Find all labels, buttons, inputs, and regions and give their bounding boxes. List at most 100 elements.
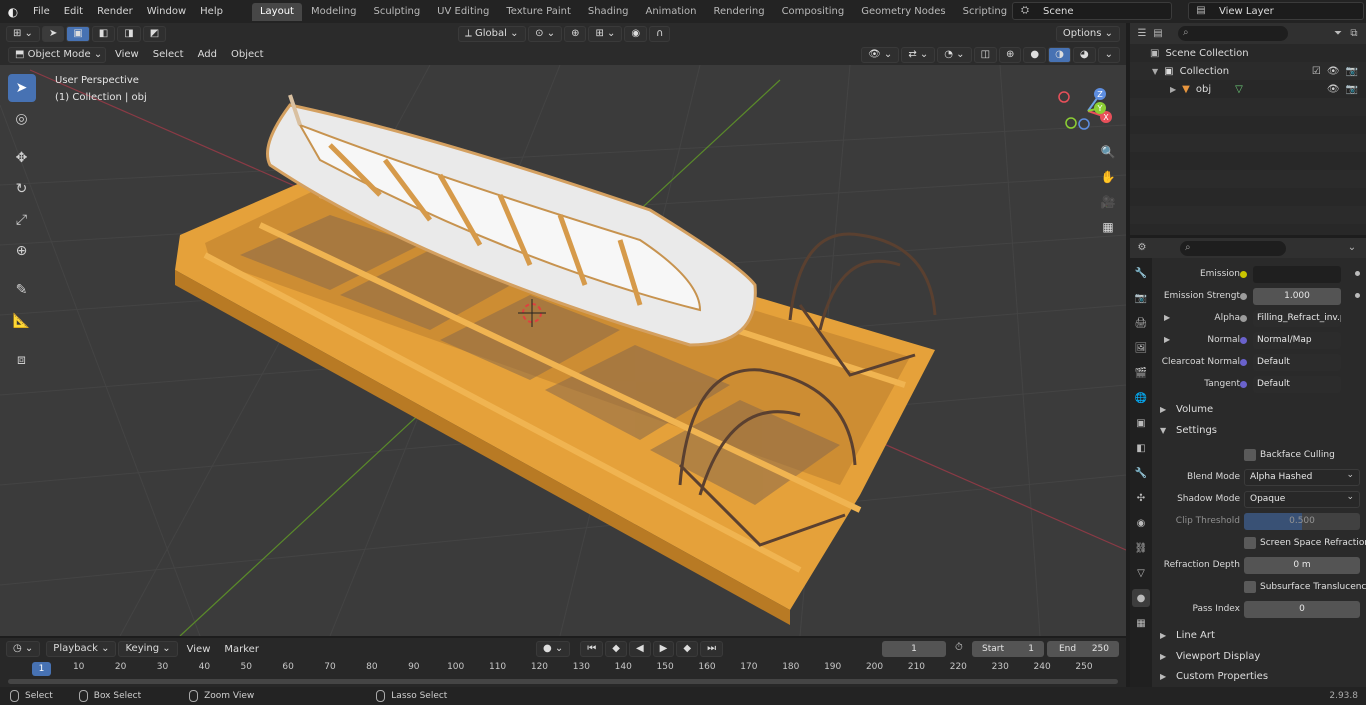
gizmo-toggle-icon[interactable]: ⇄ ⌄ [901, 46, 936, 63]
timeline-editor-type-icon[interactable]: ◷ ⌄ [6, 641, 41, 657]
new-collection-icon[interactable]: ⧉ [1346, 26, 1362, 42]
menu-help[interactable]: Help [193, 0, 230, 23]
shadow-mode-dropdown[interactable]: Opaque [1244, 490, 1360, 508]
tab-sculpting[interactable]: Sculpting [365, 3, 428, 21]
world-tab-icon[interactable]: 🌐 [1132, 389, 1150, 407]
auto-keying-toggle-icon[interactable]: ● ⌄ [535, 641, 571, 657]
3d-viewport[interactable]: User Perspective (1) Collection | obj ➤ … [0, 65, 1126, 636]
obj-expand-icon[interactable]: ▶ [1170, 85, 1176, 94]
zoom-icon[interactable]: 🔍 [1097, 141, 1119, 163]
settings-section-header[interactable]: ▼ Settings [1152, 421, 1366, 441]
viewport-menu-select[interactable]: Select [146, 49, 191, 60]
shading-wireframe-icon[interactable]: ⊕ [999, 46, 1022, 63]
normal-input-link[interactable]: Normal/Map [1253, 332, 1341, 349]
ortho-grid-icon[interactable]: ▦ [1097, 216, 1119, 238]
emission-strength-keyframe-icon[interactable] [1355, 293, 1360, 298]
material-tab-icon[interactable]: ● [1132, 589, 1150, 607]
alpha-input-link[interactable]: Filling_Refract_inv.p... [1253, 310, 1341, 327]
properties-editor-type-icon[interactable]: ⚙ [1134, 240, 1150, 256]
tangent-field[interactable]: Default [1253, 376, 1341, 393]
refraction-depth-field[interactable]: 0 m [1244, 557, 1360, 574]
collection-expand-icon[interactable]: ▼ [1152, 67, 1158, 76]
shading-rendered-icon[interactable]: ◕ [1072, 46, 1096, 63]
particles-tab-icon[interactable]: ✣ [1132, 489, 1150, 507]
select-mode-new-button[interactable]: ▣ [66, 25, 90, 42]
object-visibility-icon[interactable]: 👁 ⌄ [861, 46, 900, 63]
filter-icon[interactable]: ⏷ [1330, 26, 1346, 42]
play-reverse-icon[interactable]: ◀ [628, 641, 651, 657]
outliner-display-mode-icon[interactable]: ▤ [1150, 26, 1166, 42]
volume-section-header[interactable]: ▶ Volume [1152, 400, 1366, 420]
scene-selector[interactable]: ⛭ Scene [1012, 2, 1172, 20]
menu-render[interactable]: Render [90, 0, 140, 23]
select-mode-subtract-button[interactable]: ◨ [117, 25, 141, 42]
shading-options-icon[interactable]: ⌄ [1097, 46, 1120, 63]
collection-checkbox-icon[interactable]: ☑ [1312, 66, 1321, 77]
physics-tab-icon[interactable]: ◉ [1132, 514, 1150, 532]
tab-uv-editing[interactable]: UV Editing [429, 3, 497, 21]
move-tool-icon[interactable]: ✥ [8, 144, 36, 172]
collection-visibility-icon[interactable]: 👁 [1327, 66, 1340, 77]
alpha-expand-icon[interactable]: ▶ [1164, 313, 1170, 322]
start-frame-field[interactable]: Start 1 [972, 641, 1044, 657]
proportional-editing-icon[interactable]: ◉ [624, 25, 648, 42]
timeline-scrollbar[interactable] [8, 679, 1118, 684]
jump-start-icon[interactable]: ⏮ [580, 641, 604, 657]
shading-material-icon[interactable]: ◑ [1048, 46, 1071, 63]
tool-tab-icon[interactable]: 🔧 [1132, 264, 1150, 282]
add-cube-tool-icon[interactable]: ⧈ [8, 346, 36, 374]
xray-toggle-icon[interactable]: ◫ [973, 46, 998, 63]
properties-options-icon[interactable]: ⌄ [1344, 240, 1360, 256]
obj-render-icon[interactable]: 📷 [1346, 84, 1358, 95]
outliner-editor-type-icon[interactable]: ☰ [1134, 26, 1150, 42]
menu-file[interactable]: File [26, 0, 57, 23]
jump-end-icon[interactable]: ⏭ [700, 641, 724, 657]
output-tab-icon[interactable]: 🖨 [1132, 314, 1150, 332]
frame-ruler[interactable]: 10 20 30 40 50 60 70 80 90 100 110 120 130 140 150 160 1… [0, 662, 1126, 676]
modifier-tab-icon[interactable]: 🔧 [1132, 464, 1150, 482]
subsurface-translucency-checkbox[interactable] [1244, 581, 1256, 593]
tab-animation[interactable]: Animation [638, 3, 705, 21]
texture-tab-icon[interactable]: ▦ [1132, 614, 1150, 632]
select-mode-invert-button[interactable]: ◩ [142, 25, 167, 42]
emission-strength-field[interactable]: 1.000 [1253, 288, 1341, 305]
gizmo-neg-y[interactable] [1065, 117, 1077, 129]
object-mode-dropdown[interactable]: ⬒ Object Mode ⌄ [8, 46, 106, 63]
current-frame-field[interactable]: 1 [882, 641, 946, 657]
proportional-falloff-icon[interactable]: ∩ [649, 25, 671, 42]
tab-layout[interactable]: Layout [251, 2, 302, 21]
normal-expand-icon[interactable]: ▶ [1164, 335, 1170, 344]
viewport-menu-add[interactable]: Add [191, 49, 224, 60]
end-frame-field[interactable]: End 250 [1047, 641, 1119, 657]
preview-range-icon[interactable]: ⏱ [955, 642, 963, 653]
emission-color-swatch[interactable] [1253, 266, 1341, 283]
select-tool-button[interactable]: ➤ [41, 25, 65, 42]
snap-toggle-icon[interactable]: ⊕ [564, 25, 587, 42]
view-layer-tab-icon[interactable]: 🖼 [1132, 339, 1150, 357]
timeline-menu-marker[interactable]: Marker [217, 644, 266, 655]
playback-menu[interactable]: Playback ⌄ [46, 641, 117, 657]
jump-key-forward-icon[interactable]: ◆ [676, 641, 699, 657]
transform-tool-icon[interactable]: ⊕ [8, 237, 36, 265]
tab-geometry-nodes[interactable]: Geometry Nodes [853, 3, 953, 21]
play-icon[interactable]: ▶ [652, 641, 675, 657]
menu-window[interactable]: Window [140, 0, 193, 23]
tab-modeling[interactable]: Modeling [303, 3, 365, 21]
outliner-row-collection[interactable]: ▼ ▣ Collection ☑ 👁 📷 [1130, 62, 1366, 80]
select-box-tool-icon[interactable]: ➤ [7, 74, 36, 102]
tab-compositing[interactable]: Compositing [774, 3, 853, 21]
clip-threshold-slider[interactable]: 0.500 [1244, 513, 1360, 530]
pass-index-field[interactable]: 0 [1244, 601, 1360, 618]
constraints-tab-icon[interactable]: ⛓ [1132, 539, 1150, 557]
cursor-tool-icon[interactable]: ◎ [8, 105, 36, 133]
menu-edit[interactable]: Edit [57, 0, 90, 23]
tab-rendering[interactable]: Rendering [705, 3, 772, 21]
view-layer-selector[interactable]: ▤ View Layer [1188, 2, 1364, 20]
viewport-menu-object[interactable]: Object [224, 49, 271, 60]
shading-solid-icon[interactable]: ● [1023, 46, 1047, 63]
tab-shading[interactable]: Shading [580, 3, 637, 21]
measure-tool-icon[interactable]: 📐 [8, 307, 36, 335]
custom-properties-section-header[interactable]: ▶ Custom Properties [1152, 667, 1366, 687]
blender-logo-icon[interactable]: ◐ [0, 0, 26, 23]
outliner-row-scene-collection[interactable]: ▣ Scene Collection [1130, 44, 1366, 62]
